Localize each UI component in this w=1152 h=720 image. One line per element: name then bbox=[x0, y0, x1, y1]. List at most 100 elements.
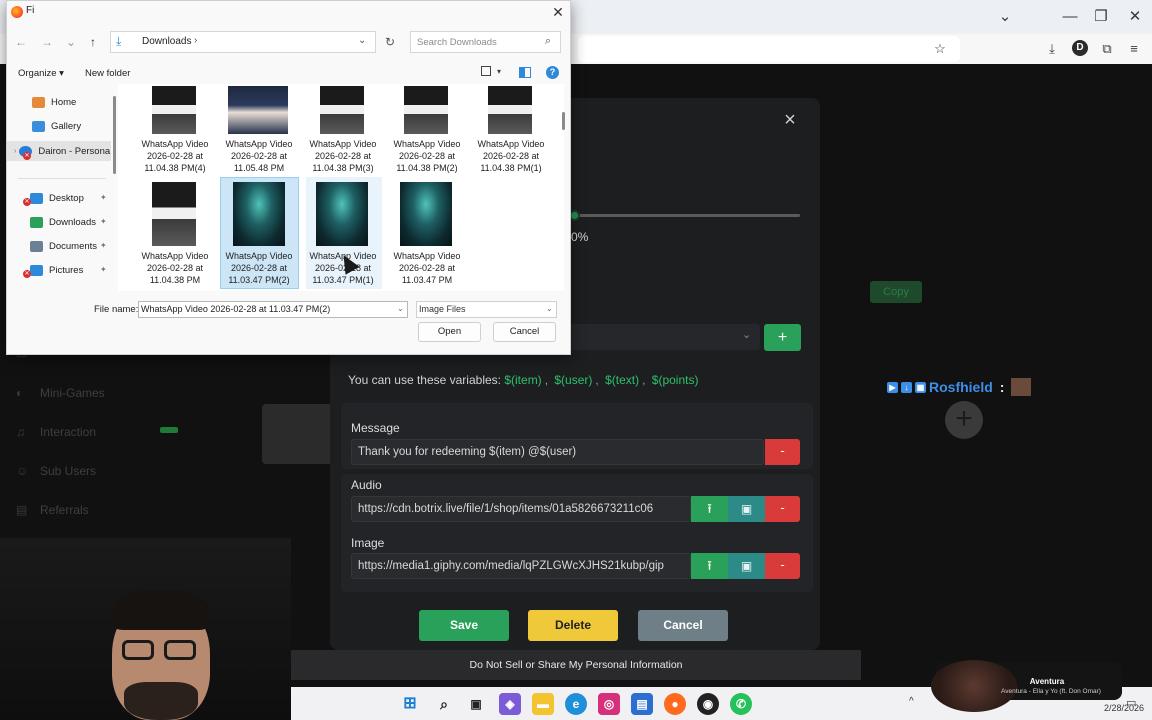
video-thumbnail[interactable] bbox=[400, 182, 452, 246]
dialog-close-icon[interactable]: ✕ bbox=[548, 3, 568, 21]
cancel-button[interactable]: Cancel bbox=[493, 322, 556, 342]
chevron-down-icon[interactable]: ⌄ bbox=[358, 35, 366, 46]
pin-icon[interactable]: ✦ bbox=[100, 265, 107, 274]
file-explorer-icon[interactable]: ▬ bbox=[532, 693, 554, 715]
message-input[interactable]: Thank you for redeeming $(item) @$(user) bbox=[351, 439, 764, 465]
sidebar-item-downloads[interactable]: Downloads bbox=[30, 213, 96, 231]
add-circle-icon[interactable]: + bbox=[945, 401, 983, 439]
nav-item-sub-users[interactable]: ☺ Sub Users bbox=[16, 464, 196, 484]
clock-date[interactable]: 2/28/2026 bbox=[1104, 703, 1144, 713]
tab-list-chevron-icon[interactable]: ⌄ bbox=[990, 6, 1020, 28]
sidebar-item-documents[interactable]: Documents bbox=[30, 237, 97, 255]
video-thumbnail[interactable] bbox=[152, 86, 196, 134]
copy-button[interactable]: Copy bbox=[870, 281, 922, 303]
menu-icon[interactable]: ≡ bbox=[1125, 40, 1143, 58]
tray-chevron-icon[interactable]: ^ bbox=[909, 696, 914, 707]
refresh-icon[interactable]: ↻ bbox=[381, 33, 399, 51]
new-folder-button[interactable]: New folder bbox=[85, 68, 130, 79]
firefox-icon[interactable]: ● bbox=[664, 693, 686, 715]
remove-audio-button[interactable]: - bbox=[765, 496, 800, 522]
copilot-icon[interactable]: ◈ bbox=[499, 693, 521, 715]
instagram-icon[interactable]: ◎ bbox=[598, 693, 620, 715]
image-url-input[interactable]: https://media1.giphy.com/media/lqPZLGWcX… bbox=[351, 553, 691, 579]
file-item-label[interactable]: WhatsApp Video 2026-02-28 at 11.05.48 PM bbox=[217, 138, 301, 174]
video-thumbnail[interactable] bbox=[404, 86, 448, 134]
delete-button[interactable]: Delete bbox=[528, 610, 618, 641]
add-button[interactable]: + bbox=[764, 324, 801, 351]
nav-item-mini-games[interactable]: ◐ Mini-Games bbox=[16, 386, 196, 406]
modal-close-icon[interactable]: × bbox=[781, 110, 799, 130]
up-folder-icon[interactable]: ↑ bbox=[85, 34, 101, 50]
bookmark-star-icon[interactable]: ☆ bbox=[931, 40, 949, 58]
upload-image-button[interactable]: ⭱ bbox=[691, 553, 728, 579]
open-button[interactable]: Open bbox=[418, 322, 481, 342]
file-list-scrollbar[interactable] bbox=[562, 112, 565, 130]
chevron-down-icon[interactable]: ▾ bbox=[497, 67, 501, 76]
sidebar-item-home[interactable]: Home bbox=[32, 93, 76, 111]
obs-icon[interactable]: ◉ bbox=[697, 693, 719, 715]
downloads-icon[interactable]: ⤓ bbox=[1043, 40, 1061, 58]
video-thumbnail[interactable] bbox=[152, 182, 196, 246]
video-thumbnail[interactable] bbox=[488, 86, 532, 134]
nav-item-referrals[interactable]: ▤ Referrals bbox=[16, 503, 196, 523]
audio-library-button[interactable]: ▣ bbox=[728, 496, 765, 522]
address-bar[interactable] bbox=[578, 36, 960, 62]
preview-pane-icon[interactable] bbox=[519, 67, 531, 78]
minimize-icon[interactable]: — bbox=[1055, 6, 1085, 28]
forward-icon[interactable]: → bbox=[39, 34, 55, 50]
chevron-down-icon[interactable]: ⌄ bbox=[397, 304, 404, 313]
whatsapp-icon[interactable]: ✆ bbox=[730, 693, 752, 715]
start-icon[interactable]: ⊞ bbox=[399, 693, 421, 715]
profile-avatar[interactable]: D bbox=[1072, 40, 1088, 56]
pin-icon[interactable]: ✦ bbox=[100, 241, 107, 250]
cancel-button[interactable]: Cancel bbox=[638, 610, 728, 641]
file-item-label[interactable]: WhatsApp Video 2026-02-28 at 11.04.38 PM(2… bbox=[385, 138, 469, 174]
slider-track[interactable] bbox=[576, 214, 800, 217]
recent-locations-chevron-icon[interactable]: ⌄ bbox=[63, 34, 79, 50]
pin-icon[interactable]: ✦ bbox=[100, 217, 107, 226]
help-icon[interactable]: ? bbox=[546, 66, 559, 79]
file-item-label[interactable]: WhatsApp Video 2026-02-28 at 11.04.38 PM(1… bbox=[469, 138, 553, 174]
file-item-label[interactable]: WhatsApp Video 2026-02-28 at 11.04.38 PM(4… bbox=[133, 138, 217, 174]
upload-audio-button[interactable]: ⭱ bbox=[691, 496, 728, 522]
window-close-icon[interactable]: ✕ bbox=[1120, 6, 1150, 28]
chevron-down-icon[interactable]: ⌄ bbox=[546, 304, 553, 313]
pin-icon[interactable]: ✦ bbox=[100, 193, 107, 202]
video-thumbnail[interactable] bbox=[233, 182, 285, 246]
save-button[interactable]: Save bbox=[419, 610, 509, 641]
breadcrumb-downloads[interactable]: Downloads bbox=[142, 36, 191, 47]
chevron-down-icon[interactable]: ⌄ bbox=[742, 328, 751, 341]
remove-image-button[interactable]: - bbox=[765, 553, 800, 579]
nav-scrollbar[interactable] bbox=[113, 96, 116, 174]
task-view-icon[interactable]: ▣ bbox=[465, 693, 487, 715]
back-icon[interactable]: ← bbox=[13, 34, 29, 50]
video-thumbnail[interactable] bbox=[320, 86, 364, 134]
search-icon[interactable]: ⌕ bbox=[433, 693, 455, 715]
file-item-label[interactable]: WhatsApp Video 2026-02-28 at 11.04.38 PM(3… bbox=[301, 138, 385, 174]
file-item-label[interactable]: WhatsApp Video 2026-02-28 at 11.03.47 PM bbox=[385, 250, 469, 286]
file-type-select[interactable]: Image Files bbox=[416, 301, 557, 318]
search-icon[interactable]: ⌕ bbox=[541, 34, 555, 48]
sidebar-item-pictures[interactable]: Pictures bbox=[30, 261, 83, 279]
item-select[interactable] bbox=[570, 324, 760, 350]
store-icon[interactable]: ▤ bbox=[631, 693, 653, 715]
image-library-button[interactable]: ▣ bbox=[728, 553, 765, 579]
file-item-label[interactable]: WhatsApp Video 2026-02-28 at 11.04.38 PM bbox=[133, 250, 217, 286]
audio-url-input[interactable]: https://cdn.botrix.live/file/1/shop/item… bbox=[351, 496, 691, 522]
file-name-input[interactable]: WhatsApp Video 2026-02-28 at 11.03.47 PM… bbox=[138, 301, 408, 318]
file-item-label[interactable]: WhatsApp Video 2026-02-28 at 11.03.47 PM(2… bbox=[217, 250, 301, 286]
organize-menu[interactable]: Organize ▾ bbox=[18, 68, 64, 79]
video-thumbnail[interactable] bbox=[228, 86, 288, 134]
sidebar-item-gallery[interactable]: Gallery bbox=[32, 117, 81, 135]
edge-icon[interactable]: e bbox=[565, 693, 587, 715]
remove-message-button[interactable]: - bbox=[765, 439, 800, 465]
documents-icon bbox=[30, 240, 43, 252]
video-thumbnail[interactable] bbox=[316, 182, 368, 246]
restore-icon[interactable]: ❐ bbox=[1086, 6, 1116, 28]
view-mode-icon[interactable] bbox=[481, 66, 491, 76]
extensions-icon[interactable]: ⧉ bbox=[1098, 40, 1116, 58]
privacy-link[interactable]: Do Not Sell or Share My Personal Informa… bbox=[291, 659, 861, 671]
chevron-right-icon[interactable]: › bbox=[194, 35, 197, 46]
notification-icon[interactable]: ▭ bbox=[1126, 696, 1136, 709]
sidebar-item-desktop[interactable]: Desktop bbox=[30, 189, 84, 207]
